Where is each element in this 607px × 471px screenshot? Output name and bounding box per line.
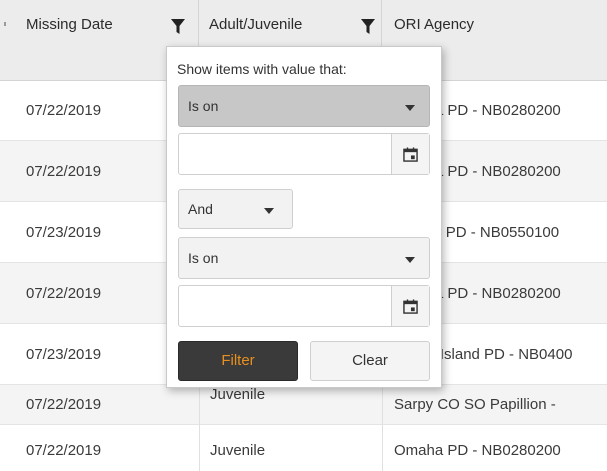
filter-operator-1-dropdown[interactable]: Is on bbox=[178, 85, 430, 127]
dropdown-arrow-icon bbox=[405, 105, 415, 111]
dropdown-value: And bbox=[188, 201, 213, 217]
cell-adult-juvenile: Juvenile bbox=[210, 386, 266, 403]
calendar-icon bbox=[403, 299, 418, 314]
dropdown-value: Is on bbox=[188, 250, 219, 266]
funnel-icon[interactable] bbox=[171, 19, 185, 35]
filter-popup-title: Show items with value that: bbox=[177, 61, 347, 77]
filter-logic-dropdown[interactable]: And bbox=[178, 189, 293, 229]
filter-value-1-input[interactable] bbox=[179, 134, 389, 174]
dropdown-arrow-icon bbox=[405, 257, 415, 263]
column-resize-handle[interactable] bbox=[4, 22, 6, 26]
dropdown-arrow-icon bbox=[264, 208, 274, 214]
cell-missing-date: 07/22/2019 bbox=[26, 442, 102, 459]
filter-value-1-field[interactable] bbox=[178, 133, 430, 175]
funnel-icon[interactable] bbox=[361, 19, 375, 35]
filter-value-2-input[interactable] bbox=[179, 286, 389, 326]
filter-popup: Show items with value that: Is on And Is… bbox=[166, 46, 442, 388]
column-header-label: ORI Agency bbox=[394, 16, 475, 33]
dropdown-value: Is on bbox=[188, 98, 219, 114]
cell-ori-agency: Sarpy CO SO Papillion - bbox=[394, 396, 556, 413]
column-header-label: Adult/Juvenile bbox=[209, 16, 303, 33]
calendar-button-1[interactable] bbox=[391, 134, 429, 174]
cell-adult-juvenile: Juvenile bbox=[210, 442, 266, 459]
column-header-label: Missing Date bbox=[26, 16, 113, 33]
table-row[interactable]: 07/22/2019 Juvenile Sarpy CO SO Papillio… bbox=[0, 385, 607, 425]
calendar-icon bbox=[403, 147, 418, 162]
clear-button[interactable]: Clear bbox=[310, 341, 430, 381]
filter-button[interactable]: Filter bbox=[178, 341, 298, 381]
table-row[interactable]: 07/22/2019 Juvenile Omaha PD - NB0280200 bbox=[0, 425, 607, 471]
filter-operator-2-dropdown[interactable]: Is on bbox=[178, 237, 430, 279]
cell-ori-agency: Omaha PD - NB0280200 bbox=[394, 442, 561, 459]
cell-missing-date: 07/22/2019 bbox=[26, 396, 102, 413]
calendar-button-2[interactable] bbox=[391, 286, 429, 326]
filter-value-2-field[interactable] bbox=[178, 285, 430, 327]
